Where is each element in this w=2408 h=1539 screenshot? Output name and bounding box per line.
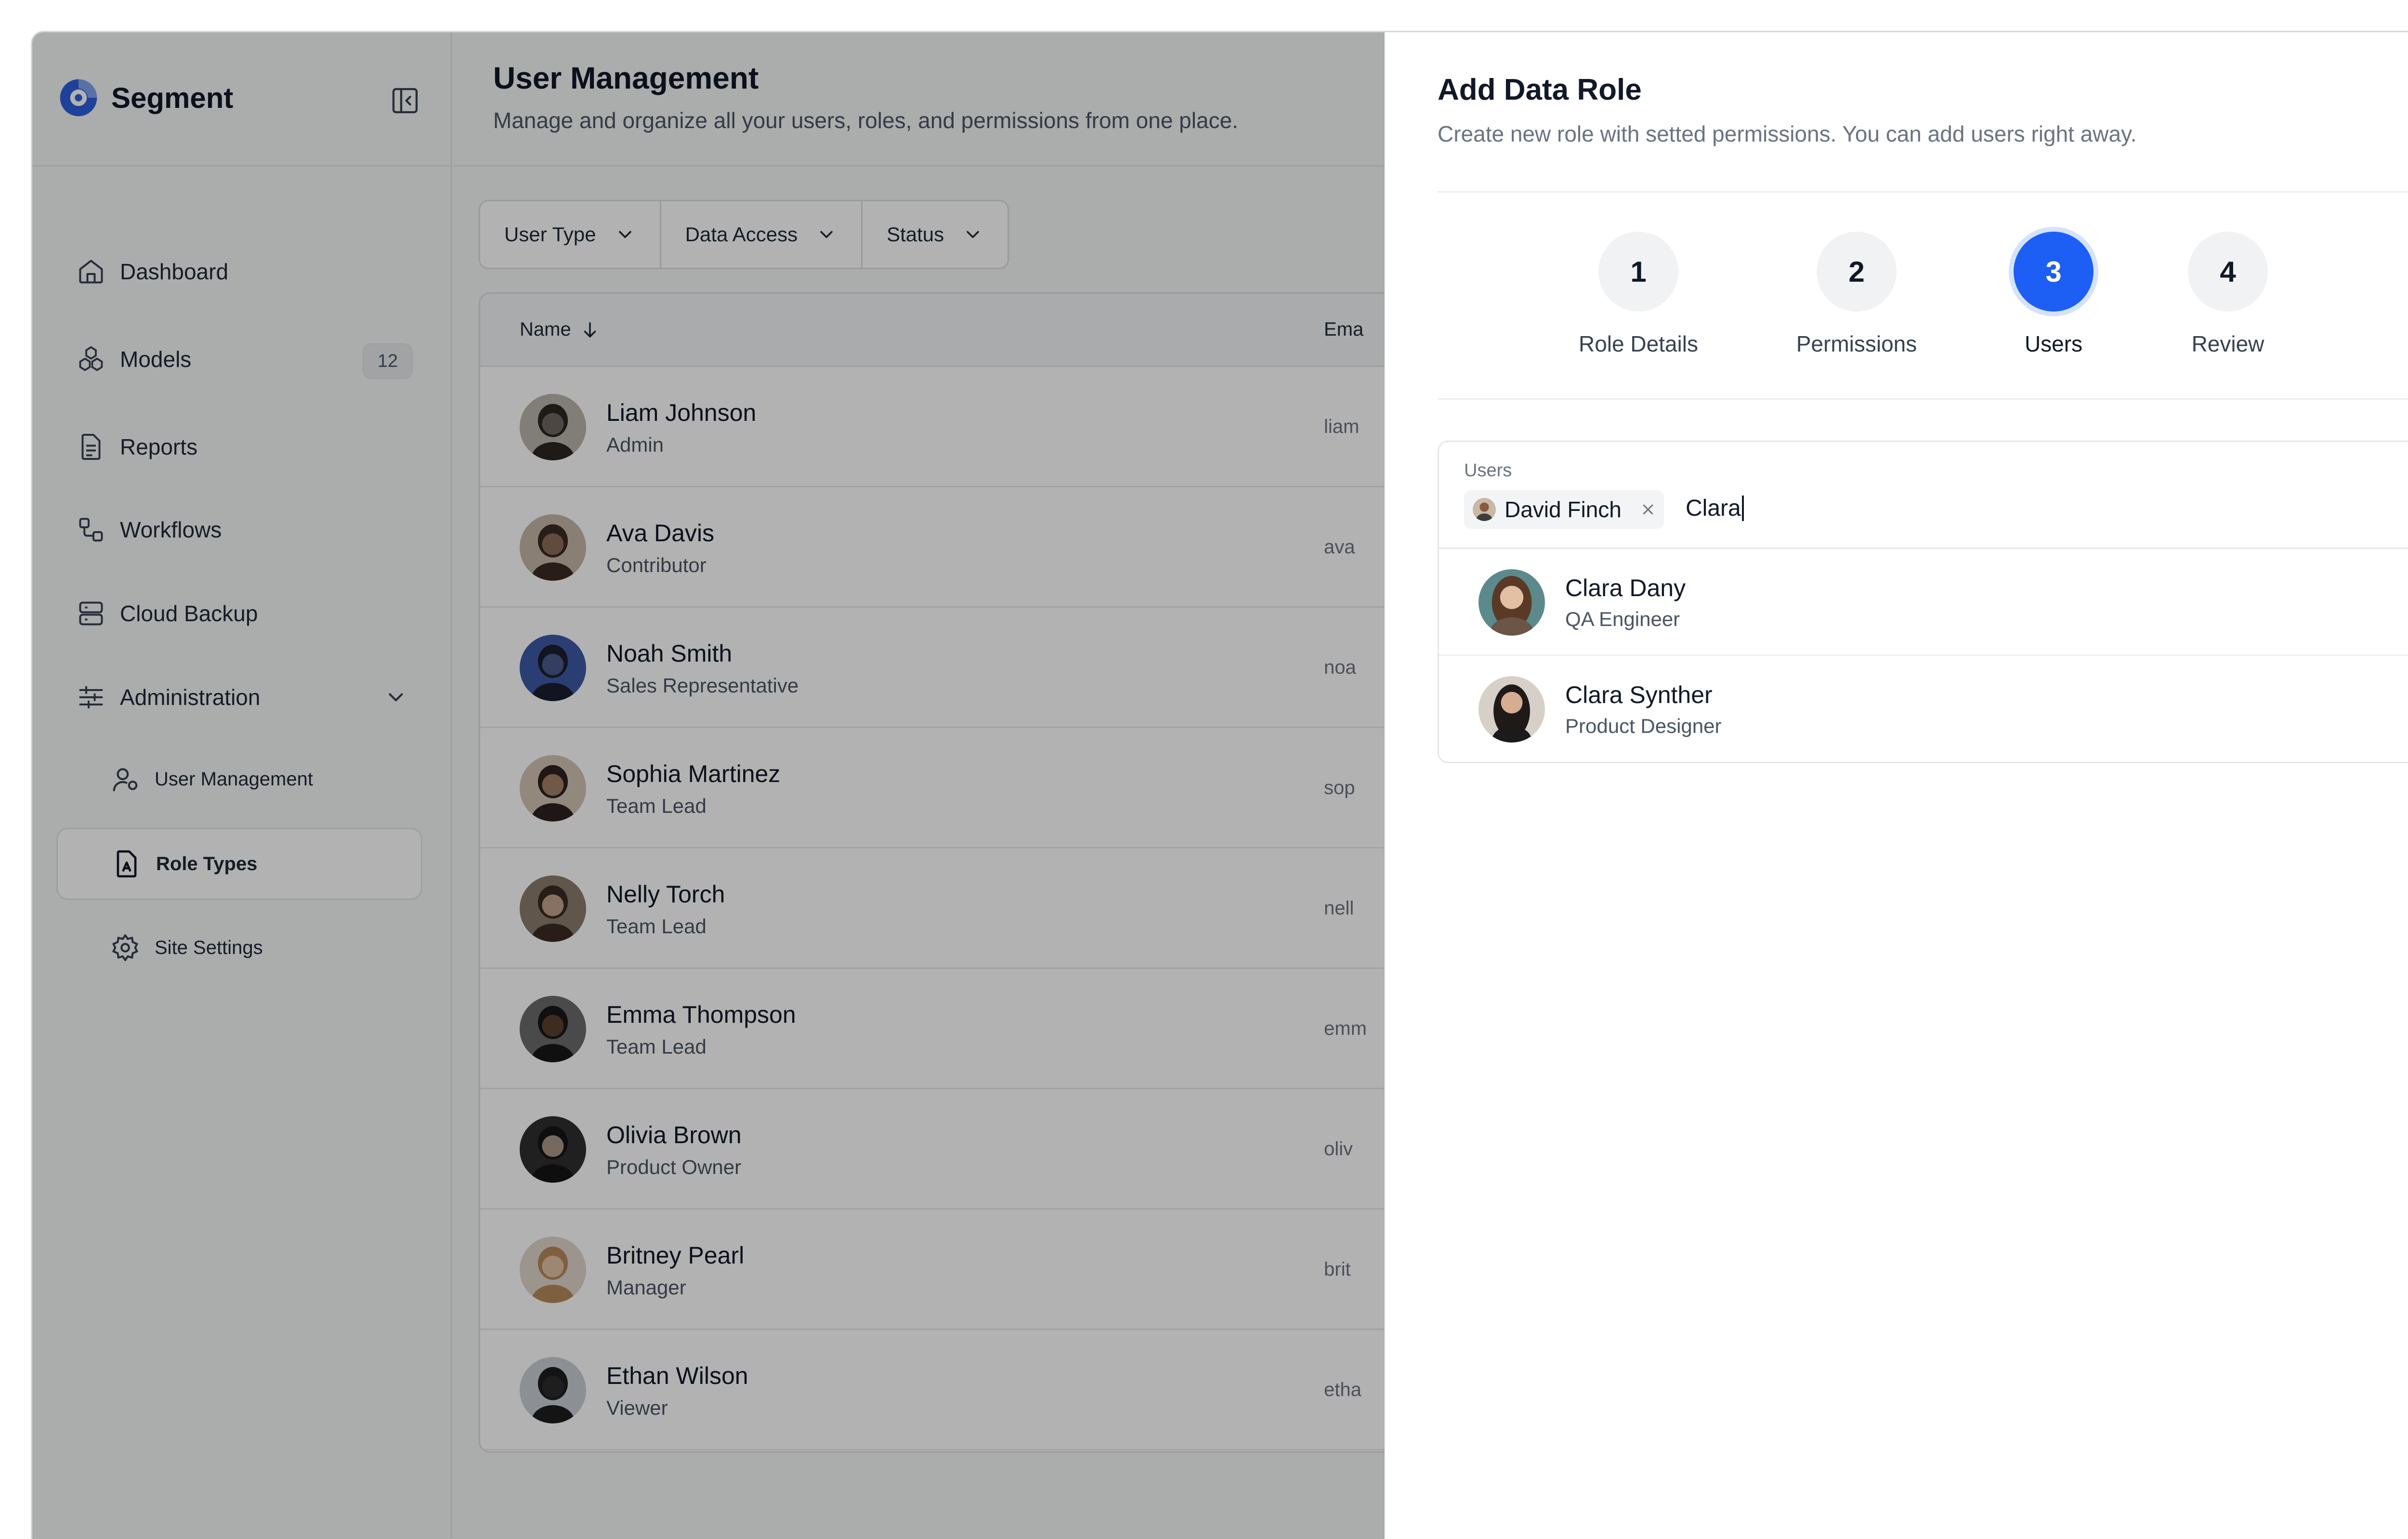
step-users[interactable]: 3 Users [1957, 232, 2150, 357]
remove-chip-icon[interactable] [1641, 502, 1655, 517]
modal-overlay[interactable] [32, 32, 1385, 1539]
typed-query: Clara [1686, 496, 1741, 521]
suggestion-clara-dany[interactable]: Clara Dany QA Engineer [1439, 549, 2408, 656]
step-review[interactable]: 4 Review [2132, 232, 2324, 357]
avatar [1479, 676, 1545, 743]
suggestion-clara-synther[interactable]: Clara Synther Product Designer [1439, 656, 2408, 762]
chip-label: David Finch [1505, 497, 1622, 522]
step-number: 1 [1598, 232, 1678, 312]
users-field-label: Users [1464, 460, 1512, 481]
text-caret [1741, 496, 1744, 521]
step-label: Users [2024, 331, 2083, 356]
suggestion-name: Clara Synther [1565, 681, 1713, 708]
users-search-text[interactable]: Clara [1686, 495, 1744, 522]
suggestion-role: QA Engineer [1565, 608, 1680, 630]
step-label: Review [2191, 331, 2264, 356]
step-number: 3 [2014, 232, 2094, 312]
drawer-subtitle: Create new role with setted permissions.… [1438, 121, 2137, 146]
step-label: Role Details [1579, 331, 1698, 356]
users-input[interactable]: Users David Finch Clara [1439, 442, 2408, 549]
step-number: 2 [1817, 232, 1897, 312]
drawer-divider [1438, 191, 2408, 193]
selected-user-chip: David Finch [1464, 490, 1664, 529]
step-number: 4 [2188, 232, 2268, 312]
drawer-divider [1438, 398, 2408, 400]
drawer-title: Add Data Role [1438, 73, 1642, 106]
step-label: Permissions [1796, 331, 1917, 356]
avatar [1473, 498, 1496, 521]
suggestion-name: Clara Dany [1565, 574, 1686, 601]
add-data-role-drawer: Add Data Role Create new role with sette… [1385, 32, 2408, 1539]
step-role-details[interactable]: 1 Role Details [1542, 232, 1735, 357]
avatar [1479, 569, 1545, 636]
step-permissions[interactable]: 2 Permissions [1760, 232, 1953, 357]
suggestion-role: Product Designer [1565, 715, 1722, 737]
users-combobox: Users David Finch Clara Clara Dany QA En… [1438, 441, 2408, 763]
app-window: Segment Dashboard Models 12 Reports Work… [31, 31, 2408, 1539]
